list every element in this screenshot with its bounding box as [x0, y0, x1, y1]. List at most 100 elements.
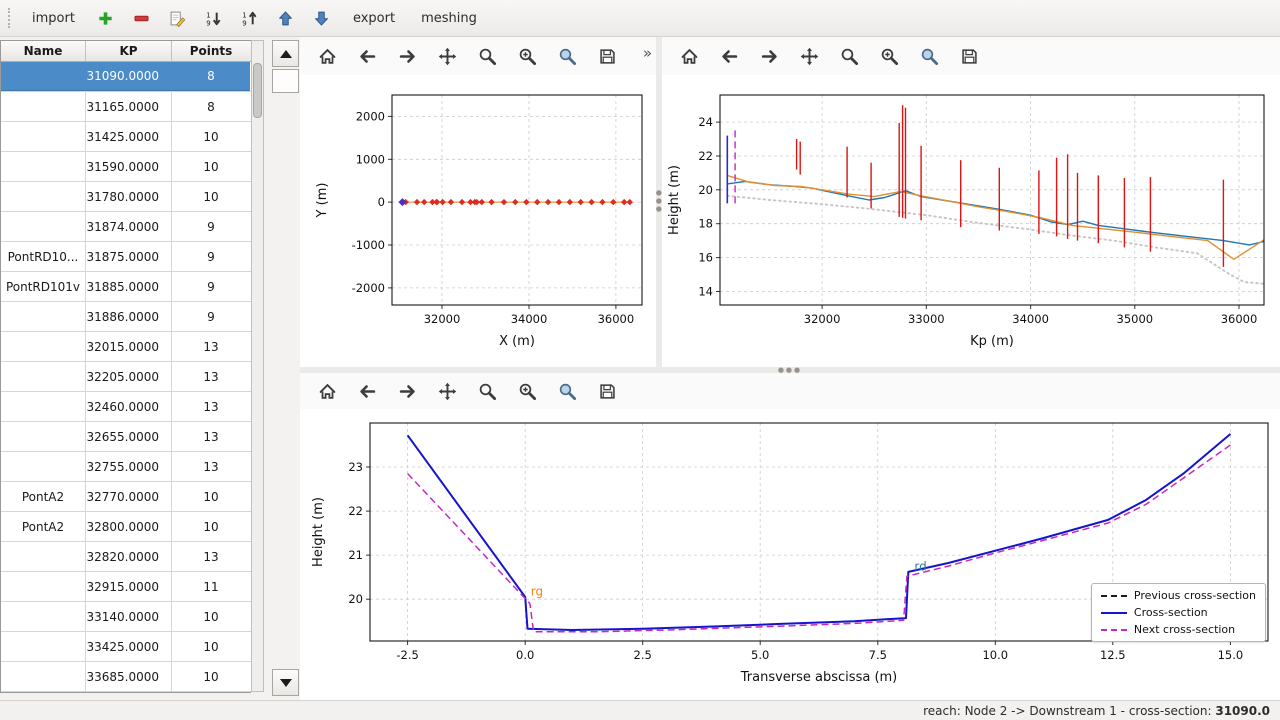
export-button[interactable]: export	[343, 4, 405, 32]
pan-icon	[438, 382, 457, 401]
plus-icon	[97, 10, 114, 27]
table-row[interactable]: 32915.000011	[1, 572, 251, 602]
column-header-kp[interactable]: KP	[86, 41, 172, 61]
svg-text:34000: 34000	[511, 312, 548, 326]
column-header-name[interactable]: Name	[1, 41, 86, 61]
zoom-button[interactable]	[836, 43, 862, 69]
app-toolbar: import 19 19	[0, 0, 1280, 37]
plan-view-chart[interactable]: 320003400036000-2000-1000010002000X (m)Y…	[300, 75, 656, 367]
table-scrollbar-thumb[interactable]	[253, 63, 262, 118]
add-cross-section-button[interactable]	[91, 4, 121, 32]
import-button[interactable]: import	[22, 4, 85, 32]
pan-button[interactable]	[434, 43, 460, 69]
home-button[interactable]	[314, 43, 340, 69]
back-button[interactable]	[354, 378, 380, 404]
move-up-button[interactable]	[271, 4, 301, 32]
table-row[interactable]: 32460.000013	[1, 392, 251, 422]
customize-icon	[558, 382, 577, 401]
back-button[interactable]	[716, 43, 742, 69]
cell-name	[1, 632, 86, 661]
home-button[interactable]	[676, 43, 702, 69]
cell-kp: 32460.0000	[86, 392, 172, 421]
pan-button[interactable]	[434, 378, 460, 404]
cell-name	[1, 62, 86, 91]
table-row[interactable]: 31425.000010	[1, 122, 251, 152]
pan-icon	[800, 47, 819, 66]
legend-label: Previous cross-section	[1134, 589, 1256, 602]
table-row[interactable]: 32205.000013	[1, 362, 251, 392]
forward-icon	[398, 382, 417, 401]
zoom-button[interactable]	[474, 378, 500, 404]
table-row[interactable]: 32820.000013	[1, 542, 251, 572]
table-row[interactable]: 33685.000010	[1, 662, 251, 692]
status-cross-section-value: 31090.0	[1215, 704, 1270, 718]
longitudinal-profile-chart[interactable]: 3200033000340003500036000141618202224Kp …	[662, 75, 1280, 367]
table-scrollbar[interactable]	[251, 40, 264, 692]
table-row[interactable]: 31590.000010	[1, 152, 251, 182]
move-down-button[interactable]	[307, 4, 337, 32]
cell-kp: 32755.0000	[86, 452, 172, 481]
zoom-button[interactable]	[474, 43, 500, 69]
cell-kp: 31875.0000	[86, 242, 172, 271]
legend-entry: Next cross-section	[1101, 623, 1256, 636]
forward-button[interactable]	[756, 43, 782, 69]
subplots-button[interactable]	[514, 43, 540, 69]
table-row[interactable]: 31886.00009	[1, 302, 251, 332]
cell-points: 9	[172, 302, 250, 331]
sort-up-button[interactable]: 19	[235, 4, 265, 32]
table-row[interactable]: 32755.000013	[1, 452, 251, 482]
pan-button[interactable]	[796, 43, 822, 69]
panel-scrollbar-thumb[interactable]	[272, 69, 299, 93]
cell-points: 9	[172, 242, 250, 271]
svg-text:24: 24	[698, 115, 713, 129]
table-row[interactable]: 31874.00009	[1, 212, 251, 242]
cell-points: 8	[172, 92, 250, 121]
table-row[interactable]: 31165.00008	[1, 92, 251, 122]
svg-text:5.0: 5.0	[751, 648, 769, 662]
save-button[interactable]	[594, 43, 620, 69]
edit-button[interactable]	[163, 4, 193, 32]
table-row[interactable]: 31090.00008	[1, 62, 251, 92]
customize-button[interactable]	[554, 43, 580, 69]
scroll-up-button[interactable]	[272, 40, 299, 67]
svg-text:X (m): X (m)	[499, 334, 535, 349]
forward-button[interactable]	[394, 43, 420, 69]
table-row[interactable]: PontRD101v31885.00009	[1, 272, 251, 302]
toolbar-overflow-button[interactable]: »	[643, 44, 652, 62]
table-row[interactable]: 33140.000010	[1, 602, 251, 632]
customize-button[interactable]	[554, 378, 580, 404]
cell-kp: 32800.0000	[86, 512, 172, 541]
table-row[interactable]: PontA232770.000010	[1, 482, 251, 512]
svg-text:rd: rd	[914, 560, 926, 574]
column-header-points[interactable]: Points	[172, 41, 250, 61]
svg-text:21: 21	[348, 548, 363, 562]
cross-section-chart[interactable]: -2.50.02.55.07.510.012.515.020212223rgrd…	[300, 409, 1280, 700]
meshing-button[interactable]: meshing	[411, 4, 487, 32]
svg-text:1: 1	[243, 11, 247, 19]
cell-points: 13	[172, 332, 250, 361]
toolbar-grip[interactable]	[8, 8, 13, 28]
scroll-down-button[interactable]	[272, 669, 299, 696]
table-row[interactable]: 32015.000013	[1, 332, 251, 362]
remove-cross-section-button[interactable]	[127, 4, 157, 32]
subplots-button[interactable]	[514, 378, 540, 404]
table-row[interactable]: PontRD10...31875.00009	[1, 242, 251, 272]
svg-text:Kp (m): Kp (m)	[970, 334, 1014, 349]
table-row[interactable]: PontA232800.000010	[1, 512, 251, 542]
profile-plot-toolbar	[662, 37, 1280, 75]
home-button[interactable]	[314, 378, 340, 404]
save-icon	[960, 47, 979, 66]
sort-down-button[interactable]: 19	[199, 4, 229, 32]
cell-name	[1, 182, 86, 211]
table-row[interactable]: 32655.000013	[1, 422, 251, 452]
table-row[interactable]: 31780.000010	[1, 182, 251, 212]
cross-sections-table: Name KP Points 31090.0000831165.00008314…	[0, 40, 251, 693]
table-row[interactable]: 33425.000010	[1, 632, 251, 662]
save-button[interactable]	[956, 43, 982, 69]
subplots-button[interactable]	[876, 43, 902, 69]
customize-button[interactable]	[916, 43, 942, 69]
cell-points: 10	[172, 122, 250, 151]
back-button[interactable]	[354, 43, 380, 69]
save-button[interactable]	[594, 378, 620, 404]
forward-button[interactable]	[394, 378, 420, 404]
